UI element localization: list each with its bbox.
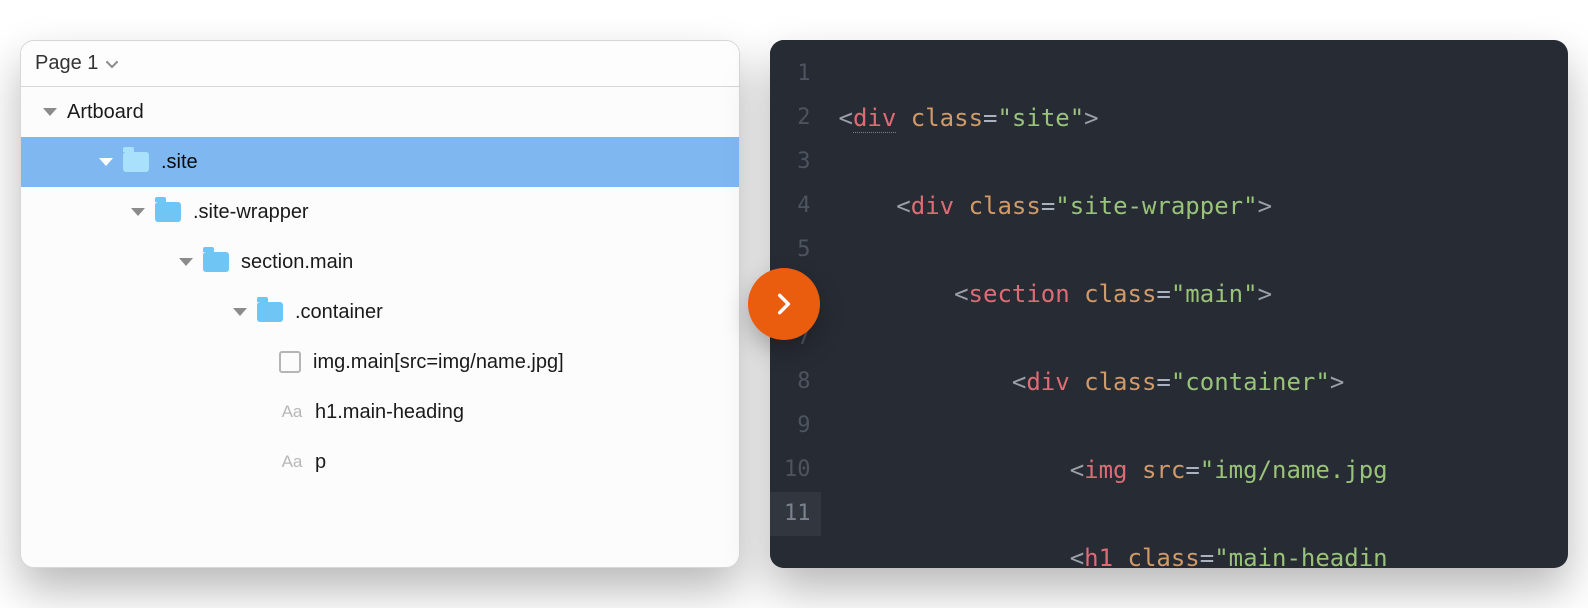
disclosure-icon[interactable] xyxy=(131,208,145,216)
tree-label: h1.main-heading xyxy=(315,401,464,424)
tree-row-site-wrapper[interactable]: .site-wrapper xyxy=(21,187,739,237)
folder-icon xyxy=(203,252,229,272)
tree-label: img.main[src=img/name.jpg] xyxy=(313,351,564,374)
code-editor[interactable]: 1 2 3 4 5 6 7 8 9 10 11 <div class="site… xyxy=(770,40,1568,568)
tree-row-h1[interactable]: Aa h1.main-heading xyxy=(21,387,739,437)
page-selector[interactable]: Page 1 xyxy=(21,41,739,87)
image-layer-icon xyxy=(279,351,301,373)
tree-label: p xyxy=(315,451,326,474)
chevron-down-icon xyxy=(106,52,118,75)
disclosure-icon[interactable] xyxy=(43,108,57,116)
tree-label: section.main xyxy=(241,251,353,274)
tree-row-container[interactable]: .container xyxy=(21,287,739,337)
tree-row-site[interactable]: .site xyxy=(21,137,739,187)
text-layer-icon: Aa xyxy=(279,452,305,472)
tree-label: .site-wrapper xyxy=(193,201,309,224)
page-label: Page 1 xyxy=(35,52,98,75)
layers-tree: Artboard .site .site-wrapper section.mai… xyxy=(21,87,739,567)
tree-label: .container xyxy=(295,301,383,324)
folder-icon xyxy=(123,152,149,172)
tree-label: .site xyxy=(161,151,198,174)
folder-icon xyxy=(155,202,181,222)
tree-row-artboard[interactable]: Artboard xyxy=(21,87,739,137)
tree-row-img[interactable]: img.main[src=img/name.jpg] xyxy=(21,337,739,387)
disclosure-icon[interactable] xyxy=(99,158,113,166)
tree-row-section-main[interactable]: section.main xyxy=(21,237,739,287)
code-content[interactable]: <div class="site"> <div class="site-wrap… xyxy=(821,40,1569,568)
convert-arrow-button[interactable] xyxy=(748,268,820,340)
text-layer-icon: Aa xyxy=(279,402,305,422)
disclosure-icon[interactable] xyxy=(233,308,247,316)
chevron-right-icon xyxy=(771,291,797,317)
tree-label: Artboard xyxy=(67,101,144,124)
tree-row-p[interactable]: Aa p xyxy=(21,437,739,487)
disclosure-icon[interactable] xyxy=(179,258,193,266)
folder-icon xyxy=(257,302,283,322)
layers-panel: Page 1 Artboard .site .site-wrapper xyxy=(20,40,740,568)
